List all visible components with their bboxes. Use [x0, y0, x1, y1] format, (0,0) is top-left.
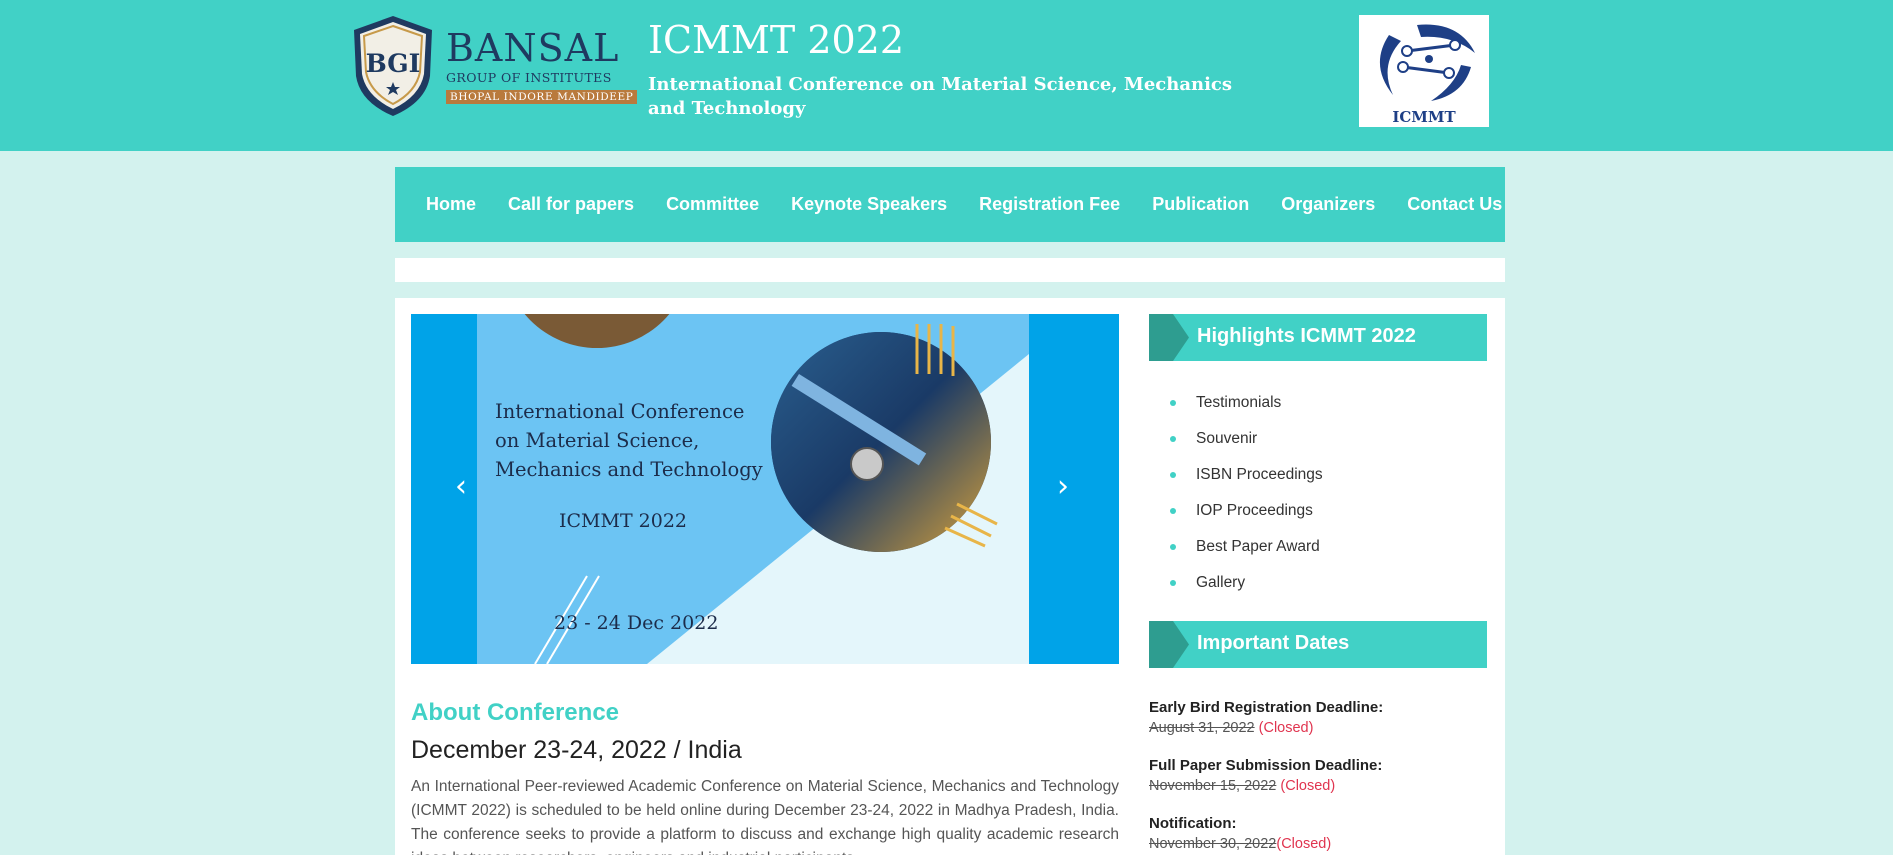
date-label: Early Bird Registration Deadline:	[1149, 699, 1384, 716]
slide-code: ICMMT 2022	[559, 510, 688, 532]
shield-text: BGI	[366, 49, 421, 78]
bgi-logo[interactable]: BGI BANSAL GROUP OF INSTITUTES BHOPAL IN…	[350, 14, 638, 120]
icmmt-logo[interactable]: ICMMT	[1359, 15, 1489, 127]
important-dates-heading: Important Dates	[1149, 621, 1487, 668]
highlight-label: Souvenir	[1196, 430, 1258, 447]
highlight-label: Best Paper Award	[1196, 538, 1320, 555]
important-dates-heading-text: Important Dates	[1197, 632, 1350, 654]
bullet-icon	[1170, 580, 1176, 586]
highlight-gallery[interactable]: Gallery	[1170, 574, 1323, 610]
slide-line-2: on Material Science,	[495, 429, 700, 452]
nav-registration-fee[interactable]: Registration Fee	[979, 194, 1120, 215]
heading-tab-icon	[1149, 621, 1189, 668]
highlight-label: Testimonials	[1196, 394, 1282, 411]
bgi-subtitle: GROUP OF INSTITUTES	[446, 70, 612, 85]
bullet-icon	[1170, 544, 1176, 550]
slide-heading: International Conference on Material Sci…	[495, 397, 763, 484]
closed-status: (Closed)	[1254, 720, 1314, 736]
important-dates-list: Early Bird Registration Deadline: August…	[1149, 697, 1487, 855]
highlight-label: ISBN Proceedings	[1196, 466, 1323, 483]
highlight-iop-proceedings[interactable]: IOP Proceedings	[1170, 502, 1323, 538]
highlight-best-paper-award[interactable]: Best Paper Award	[1170, 538, 1323, 574]
date-label: Notification:	[1149, 815, 1237, 832]
about-heading: About Conference	[411, 699, 620, 726]
slide-line-3: Mechanics and Technology	[495, 458, 763, 481]
highlight-souvenir[interactable]: Souvenir	[1170, 430, 1323, 466]
highlights-heading: Highlights ICMMT 2022	[1149, 314, 1487, 361]
date-value: November 15, 2022 (Closed)	[1149, 776, 1487, 797]
bgi-name: BANSAL	[446, 26, 620, 70]
site-subtitle: International Conference on Material Sci…	[648, 74, 1233, 119]
nav-contact-us[interactable]: Contact Us	[1407, 194, 1502, 215]
nav-committee[interactable]: Committee	[666, 194, 759, 215]
highlight-label: Gallery	[1196, 574, 1246, 591]
heading-tab-icon	[1149, 314, 1189, 361]
date-strike: November 15, 2022	[1149, 778, 1277, 794]
banner-carousel[interactable]: International Conference on Material Sci…	[411, 314, 1119, 664]
nav-organizers[interactable]: Organizers	[1281, 194, 1375, 215]
chevron-right-icon[interactable]: ›	[1057, 472, 1069, 502]
icmmt-swirl-icon	[1379, 24, 1475, 101]
carousel-slide: International Conference on Material Sci…	[477, 314, 1029, 664]
marquee-strip	[395, 258, 1505, 282]
date-item: Full Paper Submission Deadline: November…	[1149, 755, 1487, 797]
nav-keynote-speakers[interactable]: Keynote Speakers	[791, 194, 947, 215]
highlight-isbn-proceedings[interactable]: ISBN Proceedings	[1170, 466, 1323, 502]
site-header: BGI BANSAL GROUP OF INSTITUTES BHOPAL IN…	[0, 0, 1893, 151]
nav-home[interactable]: Home	[426, 194, 476, 215]
about-date-location: December 23-24, 2022 / India	[411, 736, 742, 764]
date-item: Early Bird Registration Deadline: August…	[1149, 697, 1487, 739]
highlight-label: IOP Proceedings	[1196, 502, 1313, 519]
nav-call-for-papers[interactable]: Call for papers	[508, 194, 634, 215]
slide-line-1: International Conference	[495, 400, 745, 423]
slide-date: 23 - 24 Dec 2022	[554, 612, 719, 634]
date-strike: November 30, 2022	[1149, 836, 1277, 852]
closed-status: (Closed)	[1276, 778, 1336, 794]
bullet-icon	[1170, 436, 1176, 442]
main-nav: Home Call for papers Committee Keynote S…	[395, 167, 1505, 242]
bullet-icon	[1170, 472, 1176, 478]
date-strike: August 31, 2022	[1149, 720, 1255, 736]
icmmt-logo-text: ICMMT	[1392, 108, 1456, 126]
bgi-locations: BHOPAL INDORE MANDIDEEP	[446, 90, 638, 104]
chevron-left-icon[interactable]: ‹	[455, 472, 467, 502]
closed-status: (Closed)	[1276, 836, 1332, 852]
bgi-shield-icon: BGI	[354, 16, 432, 116]
bullet-icon	[1170, 508, 1176, 514]
site-title: ICMMT 2022	[648, 18, 905, 62]
about-text: An International Peer-reviewed Academic …	[411, 778, 1119, 855]
date-item: Notification: November 30, 2022(Closed)	[1149, 813, 1487, 855]
highlights-list: Testimonials Souvenir ISBN Proceedings I…	[1170, 394, 1323, 610]
date-value: November 30, 2022(Closed)	[1149, 834, 1487, 855]
date-label: Full Paper Submission Deadline:	[1149, 757, 1383, 774]
bullet-icon	[1170, 400, 1176, 406]
nav-publication[interactable]: Publication	[1152, 194, 1249, 215]
main-content: International Conference on Material Sci…	[395, 298, 1505, 855]
date-value: August 31, 2022 (Closed)	[1149, 718, 1487, 739]
highlight-testimonials[interactable]: Testimonials	[1170, 394, 1323, 430]
highlights-heading-text: Highlights ICMMT 2022	[1197, 325, 1416, 347]
